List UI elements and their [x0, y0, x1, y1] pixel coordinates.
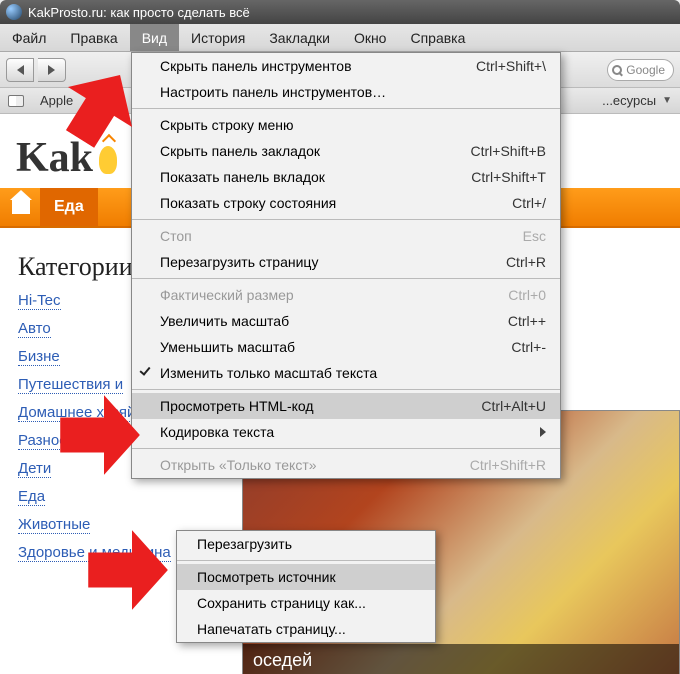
menu-item-shortcut: Ctrl+Shift+B	[471, 143, 546, 159]
menu-item-shortcut: Ctrl+Shift+T	[471, 169, 546, 185]
category-link[interactable]: Путешествия и	[18, 376, 123, 394]
menu-item-label: Кодировка текста	[160, 424, 274, 440]
window-titlebar: KakProsto.ru: как просто сделать всё	[0, 0, 680, 24]
category-link[interactable]: Дети	[18, 460, 51, 478]
category-link[interactable]: Еда	[18, 488, 45, 506]
menu-item-label: Перезагрузить	[197, 536, 292, 552]
view-menu-dropdown: Скрыть панель инструментов Ctrl+Shift+\ …	[131, 52, 561, 479]
menu-item-label: Увеличить масштаб	[160, 313, 289, 329]
menu-item-reader-mode: Открыть «Только текст» Ctrl+Shift+R	[132, 452, 560, 478]
menu-item-label: Уменьшить масштаб	[160, 339, 295, 355]
article-title-fragment: оседей	[253, 650, 669, 671]
menu-item-hide-toolbar[interactable]: Скрыть панель инструментов Ctrl+Shift+\	[132, 53, 560, 79]
menu-item-text-encoding[interactable]: Кодировка текста	[132, 419, 560, 445]
menu-item-label: Перезагрузить страницу	[160, 254, 318, 270]
menu-item-hide-menubar[interactable]: Скрыть строку меню	[132, 112, 560, 138]
menu-separator	[132, 108, 560, 109]
menubar: Файл Правка Вид История Закладки Окно Сп…	[0, 24, 680, 52]
menu-help[interactable]: Справка	[398, 24, 477, 51]
menu-file[interactable]: Файл	[0, 24, 58, 51]
menu-item-label: Скрыть панель инструментов	[160, 58, 352, 74]
menu-item-zoom-text-only[interactable]: Изменить только масштаб текста	[132, 360, 560, 386]
menu-separator	[177, 560, 435, 561]
site-favicon-icon	[6, 4, 22, 20]
forward-button[interactable]	[38, 58, 66, 82]
menu-item-shortcut: Ctrl++	[508, 313, 546, 329]
menu-bookmarks[interactable]: Закладки	[257, 24, 342, 51]
menu-item-label: Открыть «Только текст»	[160, 457, 317, 473]
menu-item-label: Показать панель вкладок	[160, 169, 325, 185]
menu-item-reload[interactable]: Перезагрузить страницу Ctrl+R	[132, 249, 560, 275]
menu-item-label: Скрыть строку меню	[160, 117, 293, 133]
menu-item-shortcut: Ctrl+-	[511, 339, 546, 355]
menu-item-shortcut: Ctrl+0	[508, 287, 546, 303]
search-placeholder: Google	[626, 63, 665, 77]
menu-separator	[132, 389, 560, 390]
menu-view[interactable]: Вид	[130, 24, 179, 51]
menu-history[interactable]: История	[179, 24, 257, 51]
menu-item-zoom-out[interactable]: Уменьшить масштаб Ctrl+-	[132, 334, 560, 360]
menu-separator	[132, 219, 560, 220]
menu-item-label: Сохранить страницу как...	[197, 595, 366, 611]
rss-label: ...есурсы	[602, 93, 656, 108]
category-link[interactable]: Hi-Tec	[18, 292, 61, 310]
context-item-print[interactable]: Напечатать страницу...	[177, 616, 435, 642]
nav-item-eda[interactable]: Еда	[40, 188, 98, 226]
bookmark-apple[interactable]: Apple	[40, 93, 73, 108]
menu-item-label: Показать строку состояния	[160, 195, 336, 211]
chevron-right-icon	[48, 65, 55, 75]
chevron-left-icon	[17, 65, 24, 75]
home-icon[interactable]	[12, 200, 30, 214]
bookmarks-icon[interactable]	[8, 95, 24, 107]
menu-item-show-statusbar[interactable]: Показать строку состояния Ctrl+/	[132, 190, 560, 216]
menu-separator	[132, 448, 560, 449]
menu-item-customize-toolbar[interactable]: Настроить панель инструментов…	[132, 79, 560, 105]
menu-item-hide-bookmarkbar[interactable]: Скрыть панель закладок Ctrl+Shift+B	[132, 138, 560, 164]
category-link[interactable]: Бизне	[18, 348, 60, 366]
chevron-down-icon: ▼	[662, 95, 672, 106]
menu-item-label: Изменить только масштаб текста	[160, 365, 377, 381]
menu-item-stop: Стоп Esc	[132, 223, 560, 249]
menu-item-label: Скрыть панель закладок	[160, 143, 320, 159]
menu-window[interactable]: Окно	[342, 24, 399, 51]
context-item-view-source[interactable]: Посмотреть источник	[177, 564, 435, 590]
search-icon	[612, 65, 622, 75]
menu-item-shortcut: Ctrl+Shift+\	[476, 58, 546, 74]
chevron-right-icon	[540, 427, 546, 437]
menu-item-label: Посмотреть источник	[197, 569, 336, 585]
check-icon	[139, 364, 150, 376]
menu-item-label: Фактический размер	[160, 287, 294, 303]
menu-item-shortcut: Ctrl+/	[512, 195, 546, 211]
context-item-save-as[interactable]: Сохранить страницу как...	[177, 590, 435, 616]
menu-item-show-tabbar[interactable]: Показать панель вкладок Ctrl+Shift+T	[132, 164, 560, 190]
category-link[interactable]: Авто	[18, 320, 51, 338]
search-box[interactable]: Google	[607, 59, 674, 81]
context-item-reload[interactable]: Перезагрузить	[177, 531, 435, 557]
lightbulb-icon	[99, 146, 117, 174]
menu-item-shortcut: Ctrl+Alt+U	[481, 398, 546, 414]
menu-item-shortcut: Esc	[523, 228, 546, 244]
menu-item-zoom-in[interactable]: Увеличить масштаб Ctrl++	[132, 308, 560, 334]
window-title: KakProsto.ru: как просто сделать всё	[28, 5, 250, 20]
menu-item-label: Настроить панель инструментов…	[160, 84, 386, 100]
back-button[interactable]	[6, 58, 34, 82]
menu-item-actual-size: Фактический размер Ctrl+0	[132, 282, 560, 308]
menu-edit[interactable]: Правка	[58, 24, 129, 51]
menu-item-label: Просмотреть HTML-код	[160, 398, 314, 414]
logo-text-left: Kak	[16, 134, 93, 182]
rss-dropdown[interactable]: ...есурсы ▼	[602, 93, 672, 108]
menu-separator	[132, 278, 560, 279]
menu-item-view-source[interactable]: Просмотреть HTML-код Ctrl+Alt+U	[132, 393, 560, 419]
article-caption: оседей мы часто не знакомы с	[243, 644, 679, 674]
menu-item-shortcut: Ctrl+Shift+R	[470, 457, 546, 473]
menu-item-shortcut: Ctrl+R	[506, 254, 546, 270]
menu-item-label: Напечатать страницу...	[197, 621, 346, 637]
category-link[interactable]: Животные	[18, 516, 90, 534]
menu-item-label: Стоп	[160, 228, 192, 244]
context-menu: Перезагрузить Посмотреть источник Сохран…	[176, 530, 436, 643]
